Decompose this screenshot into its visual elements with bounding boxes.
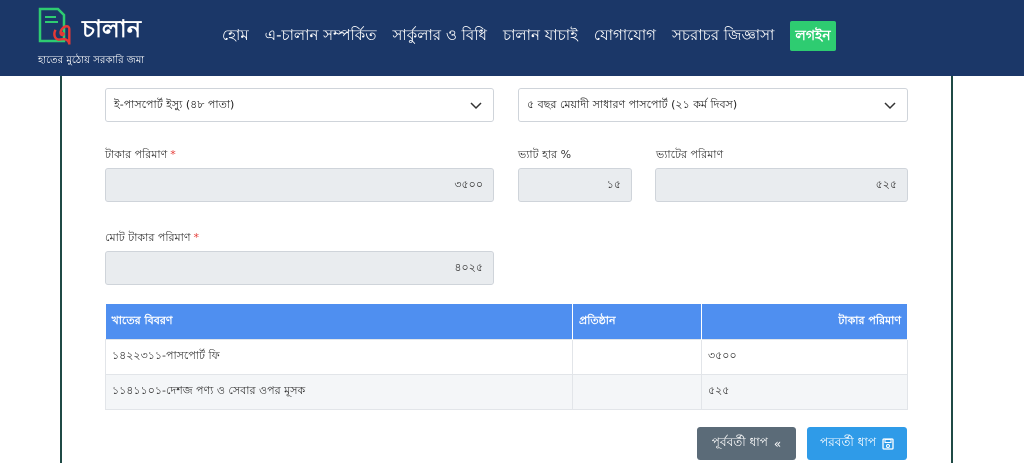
table-row: ১১৪১১০১-দেশজ পণ্য ও সেবার ওপর মূসক ৫২৫ [105, 373, 908, 410]
chevron-down-icon [470, 102, 482, 110]
previous-step-label: পূর্ববর্তী ধাপ [711, 434, 768, 449]
next-step-label: পরবর্তী ধাপ [819, 434, 877, 449]
total-field[interactable]: ৪০২৫ [105, 251, 494, 285]
row-amount: ৫২৫ [701, 373, 908, 410]
row-description: ১৪২২৩১১-পাসপোর্ট ফি [105, 338, 573, 375]
required-mark: * [170, 148, 176, 161]
vat-rate-field[interactable]: ১৫ [518, 168, 632, 202]
row-institution [572, 338, 702, 375]
required-mark: * [193, 231, 199, 244]
row-description: ১১৪১১০১-দেশজ পণ্য ও সেবার ওপর মূসক [105, 373, 573, 410]
nav-home[interactable]: হোম [222, 24, 249, 49]
vat-amount-field[interactable]: ৫২৫ [655, 168, 908, 202]
delivery-type-select[interactable]: ৫ বছর মেয়াদী সাধারণ পাসপোর্ট (২১ কর্ম দ… [518, 88, 908, 122]
brand-tagline: হাতের মুঠোয় সরকারি জমা [38, 55, 145, 66]
nav-circulars[interactable]: সার্কুলার ও বিধি [393, 24, 487, 49]
row-amount: ৩৫০০ [701, 338, 908, 375]
header-description: খাতের বিবরণ [105, 304, 573, 339]
main-nav: হোম এ-চালান সম্পর্কিত সার্কুলার ও বিধি চ… [222, 21, 836, 51]
chevron-down-icon [884, 102, 896, 110]
vat-amount-label: ভ্যাটের পরিমাণ [656, 148, 724, 161]
total-label: মোট টাকার পরিমাণ * [105, 231, 199, 244]
nav-faq[interactable]: সচরাচর জিজ্ঞাসা [672, 24, 774, 49]
vat-rate-label: ভ্যাট হার % [518, 148, 572, 161]
delivery-type-value: ৫ বছর মেয়াদী সাধারণ পাসপোর্ট (২১ কর্ম দ… [527, 97, 738, 111]
header-institution: প্রতিষ্ঠান [572, 304, 702, 339]
passport-type-value: ই-পাসপোর্ট ইস্যু (৪৮ পাতা) [114, 97, 235, 111]
amount-label: টাকার পরিমাণ * [105, 148, 176, 161]
nav-contact[interactable]: যোগাযোগ [594, 24, 656, 49]
login-button[interactable]: লগইন [790, 21, 836, 51]
passport-type-select[interactable]: ই-পাসপোর্ট ইস্যু (৪৮ পাতা) [105, 88, 494, 122]
row-institution [572, 373, 702, 410]
next-step-button[interactable]: পরবর্তী ধাপ [807, 427, 907, 460]
save-icon [882, 437, 894, 450]
brand-name: চালান [82, 15, 142, 43]
previous-step-button[interactable]: পূর্ববর্তী ধাপ « [697, 427, 796, 460]
nav-verify[interactable]: চালান যাচাই [503, 24, 578, 49]
top-navbar: এ চালান হাতের মুঠোয় সরকারি জমা হোম এ-চা… [0, 0, 1024, 76]
table-row: ১৪২২৩১১-পাসপোর্ট ফি ৩৫০০ [105, 338, 908, 375]
header-amount: টাকার পরিমাণ [701, 304, 908, 339]
table-header-row: খাতের বিবরণ প্রতিষ্ঠান টাকার পরিমাণ [105, 304, 908, 339]
logo-letter: এ [52, 18, 74, 51]
nav-about[interactable]: এ-চালান সম্পর্কিত [265, 24, 377, 49]
double-chevron-left-icon: « [773, 436, 782, 451]
amount-field[interactable]: ৩৫০০ [105, 168, 494, 202]
brand-logo[interactable]: এ চালান হাতের মুঠোয় সরকারি জমা [36, 7, 166, 69]
fee-breakdown-table: খাতের বিবরণ প্রতিষ্ঠান টাকার পরিমাণ ১৪২২… [105, 304, 908, 410]
